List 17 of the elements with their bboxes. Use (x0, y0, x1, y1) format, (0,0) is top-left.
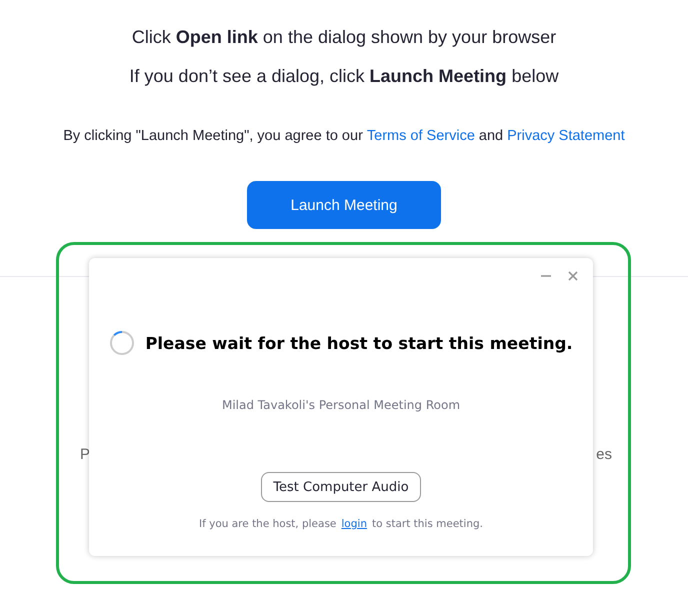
test-audio-button[interactable]: Test Computer Audio (261, 472, 421, 502)
launch-meeting-button[interactable]: Launch Meeting (247, 181, 441, 229)
wait-message: Please wait for the host to start this meeting. (145, 334, 573, 352)
terms-link[interactable]: Terms of Service (366, 128, 475, 144)
login-link[interactable]: login (341, 518, 367, 530)
host-note: to start this meeting. (372, 518, 483, 530)
consent-text: and (478, 128, 504, 144)
background-text: es (596, 446, 612, 463)
consent-text: By clicking "Launch Meeting", you agree to our (63, 128, 363, 144)
privacy-link[interactable]: Privacy Statement (507, 128, 625, 144)
spinner-icon (109, 330, 136, 356)
host-note: If you are the host, please (198, 518, 336, 530)
instruction-text: Click Open link on the dialog shown by your browser (132, 26, 556, 49)
instruction-text: If you don’t see a dialog, click Launch Meeting below (129, 65, 559, 88)
close-icon[interactable] (567, 270, 579, 282)
room-name: Milad Tavakoli's Personal Meeting Room (222, 398, 460, 412)
background-text: P (80, 446, 90, 463)
